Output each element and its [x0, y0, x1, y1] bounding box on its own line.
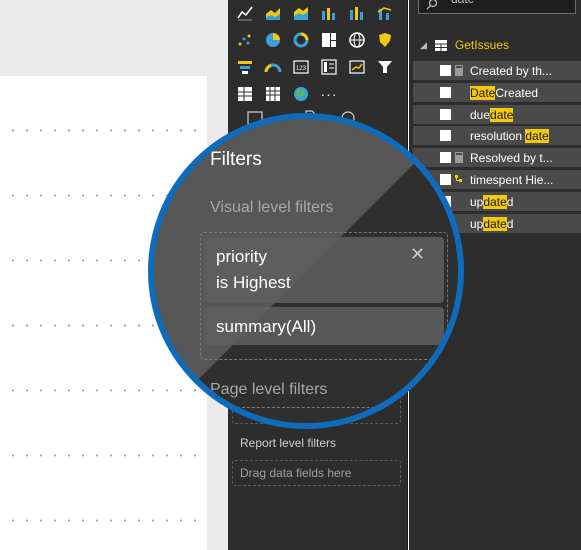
filters-header: Filters [210, 149, 262, 170]
search-icon [426, 0, 438, 10]
collapse-arrow-icon[interactable]: ◢ [420, 40, 427, 51]
filter-priority-field: priority [216, 247, 268, 266]
svg-text:123: 123 [296, 66, 307, 72]
field-name: timespent Hie... [470, 172, 554, 187]
slicer-icon[interactable] [374, 56, 396, 78]
field-name: Created by th... [470, 63, 553, 78]
table-getissues[interactable]: ◢ GetIssues [420, 36, 509, 54]
more-visuals-icon[interactable]: ··· [318, 83, 340, 105]
field-name: DateCreated [470, 85, 539, 100]
field-checkbox[interactable] [440, 65, 451, 76]
table-icon[interactable] [234, 83, 256, 105]
scatter-chart-icon[interactable] [234, 29, 256, 51]
field-name: resolution date [470, 128, 549, 143]
field-name: updated [470, 216, 514, 231]
waterfall-chart-icon[interactable] [346, 2, 368, 24]
area-chart-icon[interactable] [262, 2, 284, 24]
pie-chart-icon[interactable] [262, 29, 284, 51]
funnel-icon[interactable] [234, 56, 256, 78]
filter-summary-label: summary(All) [216, 317, 317, 336]
line-clustered-column-icon[interactable] [374, 2, 396, 24]
arcgis-map-icon[interactable] [290, 83, 312, 105]
matrix-icon[interactable] [262, 83, 284, 105]
table-name: GetIssues [454, 38, 509, 52]
field-datecreated[interactable]: DateCreated [413, 83, 581, 102]
powerbi-window: 123 ··· Report level filters Drag data f… [0, 0, 581, 550]
globe-map-icon[interactable] [346, 29, 368, 51]
visualization-gallery: 123 ··· [234, 2, 398, 107]
calc-icon [455, 65, 463, 76]
field-created-by[interactable]: Created by th... [413, 61, 581, 80]
magnifier-lens: Filters Visual level filters priority is… [148, 113, 464, 429]
visual-level-filters-label: Visual level filters [210, 199, 334, 216]
line-chart-icon[interactable] [234, 2, 256, 24]
remove-filter-icon[interactable]: ✕ [410, 244, 425, 265]
kpi-icon[interactable] [346, 56, 368, 78]
report-level-drop-zone[interactable]: Drag data fields here [232, 460, 401, 486]
search-value: date [451, 0, 474, 6]
donut-chart-icon[interactable] [290, 29, 312, 51]
table-icon [434, 39, 447, 51]
field-name: Resolved by t... [470, 150, 553, 165]
field-checkbox[interactable] [440, 87, 451, 98]
field-name: updated [470, 194, 514, 209]
card-icon[interactable]: 123 [290, 56, 312, 78]
gauge-icon[interactable] [262, 56, 284, 78]
field-name: duedate [470, 107, 514, 122]
page-level-filters-label: Page level filters [210, 381, 328, 398]
report-level-filters-label: Report level filters [240, 436, 337, 450]
filled-map-icon[interactable] [374, 29, 396, 51]
ribbon-chart-icon[interactable] [318, 2, 340, 24]
filter-priority-condition: is Highest [216, 273, 291, 292]
fields-search-input[interactable]: date [418, 0, 576, 14]
treemap-icon[interactable] [318, 29, 340, 51]
stacked-area-chart-icon[interactable] [290, 2, 312, 24]
multi-row-card-icon[interactable] [318, 56, 340, 78]
